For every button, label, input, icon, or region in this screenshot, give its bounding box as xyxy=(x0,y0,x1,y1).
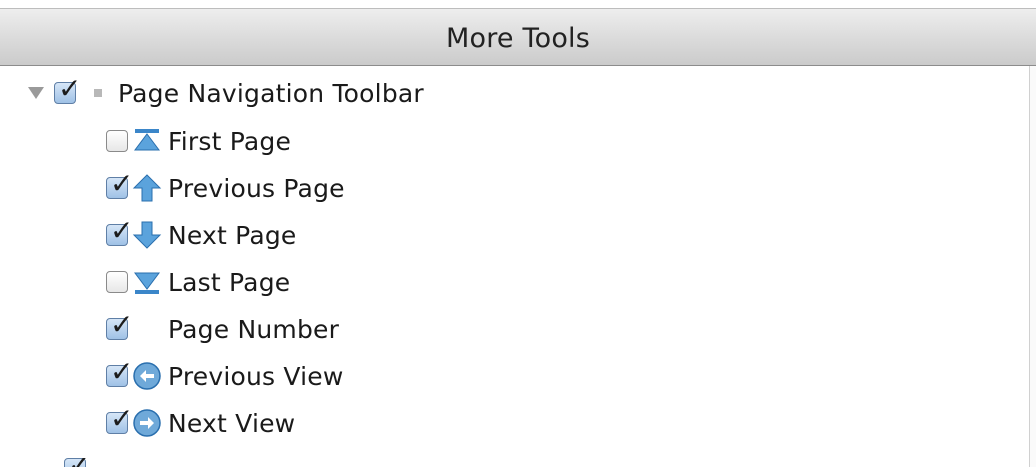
item-checkbox[interactable]: ✓ xyxy=(106,358,133,387)
more-tools-panel: More Tools ✓ Page Navigation Toolbar Fir… xyxy=(0,0,1036,467)
item-label: First Page xyxy=(168,126,292,156)
tree-item-last-page[interactable]: Last Page xyxy=(106,259,290,305)
item-checkbox[interactable]: ✓ xyxy=(106,170,133,199)
tree-item-next-page[interactable]: ✓ Next Page xyxy=(106,212,297,258)
last-page-icon xyxy=(134,272,160,294)
tree-item-previous-page[interactable]: ✓ Previous Page xyxy=(106,165,345,211)
next-view-icon xyxy=(133,409,161,437)
panel-header: More Tools xyxy=(0,8,1036,66)
checkmark-icon: ✓ xyxy=(110,402,134,435)
item-label: Previous View xyxy=(168,361,344,391)
next-page-icon xyxy=(132,221,162,249)
item-checkbox[interactable]: ✓ xyxy=(106,311,133,340)
item-checkbox[interactable] xyxy=(106,130,128,152)
item-label: Next View xyxy=(168,408,296,438)
checkmark-icon: ✓ xyxy=(110,308,134,341)
checkmark-icon: ✓ xyxy=(68,458,86,467)
group-label: Page Navigation Toolbar xyxy=(118,78,424,108)
checkmark-icon: ✓ xyxy=(110,214,134,247)
tree-item-page-number[interactable]: ✓ Page Number xyxy=(106,306,339,352)
item-label: Last Page xyxy=(168,267,291,297)
scrollbar-track[interactable] xyxy=(1029,66,1036,467)
tree-group-page-navigation-toolbar[interactable]: ✓ Page Navigation Toolbar xyxy=(28,70,424,116)
checkmark-icon: ✓ xyxy=(110,167,134,200)
previous-page-icon xyxy=(132,174,162,202)
checkmark-icon: ✓ xyxy=(58,72,82,105)
bullet-icon xyxy=(94,89,102,97)
first-page-icon xyxy=(134,129,160,151)
checkmark-icon: ✓ xyxy=(110,355,134,388)
tree-item-previous-view[interactable]: ✓ Previous View xyxy=(106,353,344,399)
item-label: Page Number xyxy=(168,314,340,344)
tree-group-partial[interactable]: ✓ xyxy=(40,458,86,467)
group-checkbox[interactable]: ✓ xyxy=(54,75,81,104)
panel-title: More Tools xyxy=(445,23,591,54)
disclosure-triangle-icon[interactable] xyxy=(28,87,44,99)
tree-item-next-view[interactable]: ✓ Next View xyxy=(106,400,295,446)
item-checkbox[interactable] xyxy=(106,271,128,293)
group-checkbox[interactable]: ✓ xyxy=(64,458,86,467)
item-label: Previous Page xyxy=(168,173,345,203)
item-label: Next Page xyxy=(168,220,297,250)
item-checkbox[interactable]: ✓ xyxy=(106,405,133,434)
tree-item-first-page[interactable]: First Page xyxy=(106,118,291,164)
tools-tree: ✓ Page Navigation Toolbar First Page ✓ P… xyxy=(0,66,1028,467)
previous-view-icon xyxy=(133,362,161,390)
item-checkbox[interactable]: ✓ xyxy=(106,217,133,246)
